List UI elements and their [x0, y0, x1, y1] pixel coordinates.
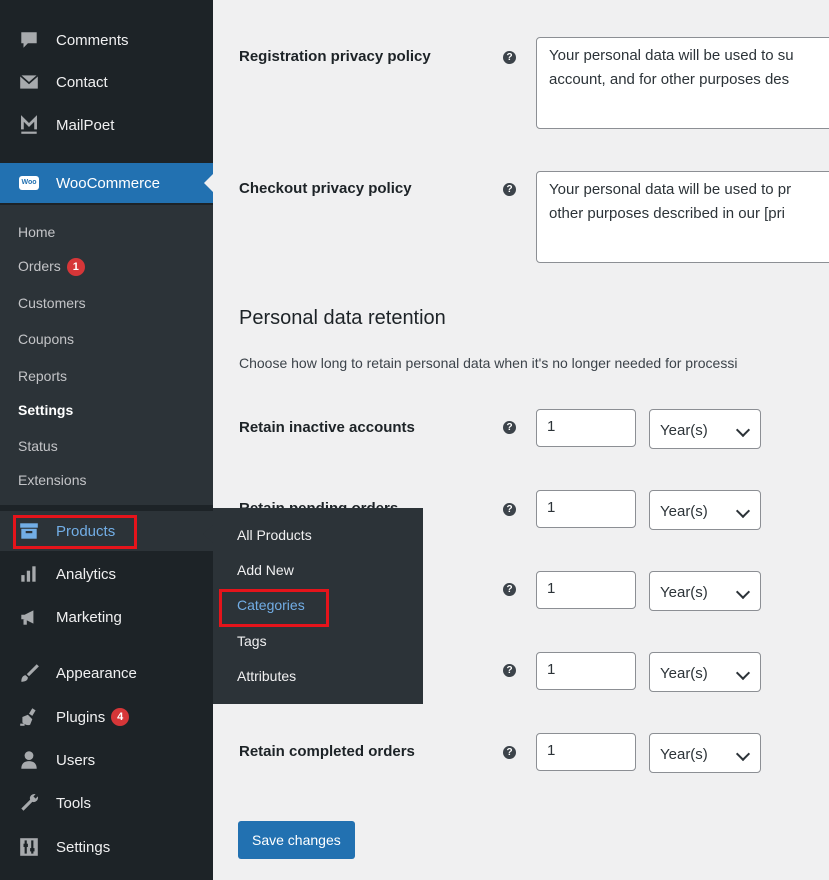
menu-item-settings[interactable]: Settings [0, 827, 213, 867]
envelope-icon [18, 71, 40, 93]
select-value: Year(s) [660, 503, 708, 520]
menu-item-woocommerce[interactable]: Woo WooCommerce [0, 163, 213, 203]
retain-pending-unit-select[interactable]: Year(s) [649, 490, 761, 530]
submenu-reports[interactable]: Reports [18, 368, 67, 384]
current-menu-arrow [204, 174, 213, 192]
select-value: Year(s) [660, 665, 708, 682]
retain-row3-unit-select[interactable]: Year(s) [649, 571, 761, 611]
menu-item-marketing[interactable]: Marketing [0, 597, 213, 637]
flyout-add-new[interactable]: Add New [237, 562, 294, 578]
submenu-extensions[interactable]: Extensions [18, 472, 86, 488]
retain-inactive-number-input[interactable]: 1 [536, 409, 636, 447]
submenu-settings[interactable]: Settings [18, 402, 73, 418]
retain-inactive-label: Retain inactive accounts [239, 419, 415, 436]
menu-item-label: Users [56, 751, 96, 769]
flyout-tags[interactable]: Tags [237, 633, 267, 649]
select-value: Year(s) [660, 746, 708, 763]
help-tip-icon[interactable]: ? [503, 183, 516, 196]
retention-section-title: Personal data retention [239, 307, 446, 329]
help-tip-icon[interactable]: ? [503, 746, 516, 759]
help-tip-icon[interactable]: ? [503, 583, 516, 596]
checkout-privacy-textarea[interactable]: Your personal data will be used to pr ot… [536, 171, 829, 263]
checkout-privacy-label: Checkout privacy policy [239, 180, 412, 197]
chevron-down-icon [735, 665, 751, 681]
plugins-update-badge: 4 [111, 708, 130, 726]
orders-count-badge: 1 [66, 258, 85, 277]
retain-pending-number-input[interactable]: 1 [536, 490, 636, 528]
products-flyout-menu: All Products Add New Categories Tags Att… [213, 508, 423, 704]
chevron-down-icon [735, 503, 751, 519]
menu-item-label: Settings [56, 838, 111, 856]
wrench-icon [18, 792, 40, 814]
admin-sidebar: Comments Contact MailPoet Woo WooCommerc… [0, 0, 213, 880]
bar-chart-icon [18, 563, 40, 585]
help-tip-icon[interactable]: ? [503, 503, 516, 516]
menu-item-label: Analytics [56, 565, 117, 583]
retention-section-description: Choose how long to retain personal data … [239, 355, 738, 371]
menu-item-label: Products [56, 522, 116, 540]
chevron-down-icon [735, 584, 751, 600]
plug-icon [18, 706, 40, 728]
submenu-label: Orders [18, 258, 61, 274]
menu-item-analytics[interactable]: Analytics [0, 554, 213, 594]
submenu-orders[interactable]: Orders 1 [18, 258, 85, 277]
flyout-all-products[interactable]: All Products [237, 527, 312, 543]
settings-sliders-icon [18, 836, 40, 858]
flyout-categories[interactable]: Categories [237, 597, 305, 613]
retain-row3-number-input[interactable]: 1 [536, 571, 636, 609]
menu-item-label: WooCommerce [56, 174, 160, 192]
save-changes-button[interactable]: Save changes [238, 821, 355, 859]
archive-icon [18, 520, 40, 542]
menu-item-label: Tools [56, 794, 92, 812]
megaphone-icon [18, 606, 40, 628]
menu-item-mailpoet[interactable]: MailPoet [0, 105, 213, 145]
settings-content: Registration privacy policy ? Your perso… [213, 0, 829, 880]
menu-item-contact[interactable]: Contact [0, 62, 213, 102]
chevron-down-icon [735, 746, 751, 762]
menu-item-label: Contact [56, 73, 108, 91]
flyout-pointer [203, 525, 213, 543]
woocommerce-icon: Woo [18, 172, 40, 194]
submenu-coupons[interactable]: Coupons [18, 331, 74, 347]
comment-icon [18, 29, 40, 51]
help-tip-icon[interactable]: ? [503, 664, 516, 677]
retain-row4-number-input[interactable]: 1 [536, 652, 636, 690]
paintbrush-icon [18, 662, 40, 684]
user-icon [18, 749, 40, 771]
mailpoet-icon [18, 114, 40, 136]
registration-privacy-label: Registration privacy policy [239, 48, 431, 65]
registration-privacy-textarea[interactable]: Your personal data will be used to su ac… [536, 37, 829, 129]
menu-item-users[interactable]: Users [0, 740, 213, 780]
submenu-customers[interactable]: Customers [18, 295, 86, 311]
retain-completed-unit-select[interactable]: Year(s) [649, 733, 761, 773]
menu-item-appearance[interactable]: Appearance [0, 653, 213, 693]
menu-item-plugins[interactable]: Plugins 4 [0, 697, 213, 737]
menu-item-comments[interactable]: Comments [0, 20, 213, 60]
woocommerce-submenu [0, 205, 213, 505]
menu-item-products[interactable]: Products [0, 511, 213, 551]
menu-item-label: MailPoet [56, 116, 115, 134]
submenu-home[interactable]: Home [18, 224, 55, 240]
help-tip-icon[interactable]: ? [503, 51, 516, 64]
woo-logo: Woo [19, 176, 39, 190]
select-value: Year(s) [660, 422, 708, 439]
retain-inactive-unit-select[interactable]: Year(s) [649, 409, 761, 449]
menu-item-label: Comments [56, 31, 129, 49]
flyout-attributes[interactable]: Attributes [237, 668, 296, 684]
submenu-status[interactable]: Status [18, 438, 58, 454]
retain-row4-unit-select[interactable]: Year(s) [649, 652, 761, 692]
menu-item-label: Marketing [56, 608, 122, 626]
menu-item-tools[interactable]: Tools [0, 783, 213, 823]
chevron-down-icon [735, 422, 751, 438]
retain-completed-number-input[interactable]: 1 [536, 733, 636, 771]
retain-completed-label: Retain completed orders [239, 743, 415, 760]
select-value: Year(s) [660, 584, 708, 601]
help-tip-icon[interactable]: ? [503, 421, 516, 434]
menu-item-label: Plugins [56, 708, 106, 726]
menu-item-label: Appearance [56, 664, 137, 682]
